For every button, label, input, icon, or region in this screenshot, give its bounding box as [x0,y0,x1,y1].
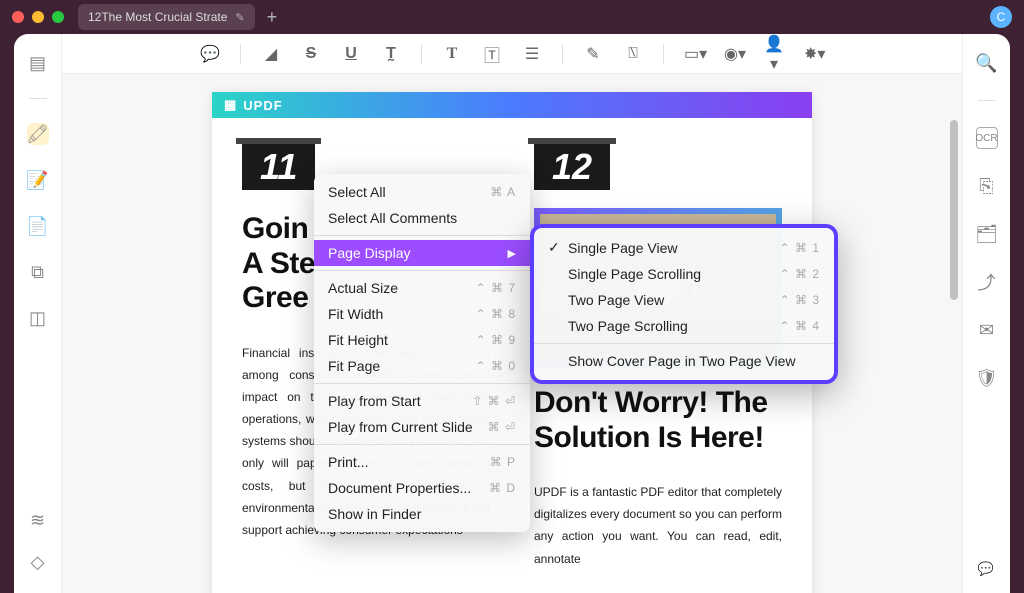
crop-icon[interactable]: ⧉ [27,261,49,283]
separator [562,44,563,64]
edit-tab-icon: ✎ [235,11,244,24]
menu-separator [314,235,530,236]
highlighter-icon[interactable]: 🖍 [27,123,49,145]
separator [29,98,47,99]
sticker-tool-icon[interactable]: ✸▾ [804,44,824,64]
submenu-cover-page[interactable]: Show Cover Page in Two Page View [534,348,834,374]
menu-select-all-comments[interactable]: Select All Comments [314,205,530,231]
menu-show-finder[interactable]: Show in Finder [314,501,530,527]
page-header: ▦ UPDF [212,92,812,118]
pen-tool-icon[interactable]: ✎ [583,44,603,64]
scrollbar[interactable] [950,120,958,583]
text-tool-icon[interactable]: T [442,45,462,63]
edit-icon[interactable]: 📝 [27,169,49,191]
check-icon: ✓ [548,239,564,256]
textbox-tool-icon[interactable]: 🅃 [482,42,502,66]
reader-icon[interactable]: ▤ [27,52,49,74]
menu-separator [314,270,530,271]
new-tab-button[interactable]: + [267,7,278,28]
share-icon[interactable]: ⤴ [976,271,998,293]
titlebar: 12The Most Crucial Strate ✎ + C [0,0,1024,34]
layers-icon[interactable]: ≋ [27,509,49,531]
chevron-right-icon: ▶ [508,247,516,260]
body-text: UPDF is a fantastic PDF editor that comp… [534,481,782,570]
menu-select-all[interactable]: Select All⌘ A [314,179,530,205]
submenu-two-page-view[interactable]: Two Page View⌃ ⌘ 3 [534,287,834,313]
menu-play-start[interactable]: Play from Start⇧ ⌘ ⏎ [314,388,530,414]
menu-separator [314,444,530,445]
page-icon[interactable]: 📄 [27,215,49,237]
annotation-toolbar: 💬 ◢ S U T̰ T 🅃 ☰ ✎ ⍂ ▭▾ ◉▾ 👤▾ ✸▾ [62,34,962,74]
menu-actual-size[interactable]: Actual Size⌃ ⌘ 7 [314,275,530,301]
left-sidebar: ▤ 🖍 📝 📄 ⧉ ◫ ≋ ◇ [14,34,62,593]
menu-fit-height[interactable]: Fit Height⌃ ⌘ 9 [314,327,530,353]
separator [663,44,664,64]
user-avatar[interactable]: C [990,6,1012,28]
separator [978,100,996,101]
export-icon[interactable]: ⎘ [976,175,998,197]
mail-icon[interactable]: ✉ [976,319,998,341]
page-display-submenu: ✓Single Page View⌃ ⌘ 1 Single Page Scrol… [530,224,838,384]
search-icon[interactable]: 🔍 [976,52,998,74]
separator [421,44,422,64]
context-menu: Select All⌘ A Select All Comments Page D… [314,174,530,532]
menu-doc-properties[interactable]: Document Properties...⌘ D [314,475,530,501]
protect-icon[interactable]: 🛡 [976,367,998,389]
menu-fit-page[interactable]: Fit Page⌃ ⌘ 0 [314,353,530,379]
close-window[interactable] [12,11,24,23]
callout-tool-icon[interactable]: ☰ [522,44,542,64]
signature-tool-icon[interactable]: 👤▾ [764,34,784,74]
submenu-two-page-scrolling[interactable]: Two Page Scrolling⌃ ⌘ 4 [534,313,834,339]
right-sidebar: 🔍 OCR ⎘ 🗂 ⤴ ✉ 🛡 [962,34,1010,593]
submenu-single-page-scrolling[interactable]: Single Page Scrolling⌃ ⌘ 2 [534,261,834,287]
window-controls [12,11,64,23]
menu-print[interactable]: Print...⌘ P [314,449,530,475]
highlight-tool-icon[interactable]: ◢ [261,44,281,64]
menu-separator [314,383,530,384]
brand-icon: ▦ [224,97,237,113]
scrollbar-thumb[interactable] [950,120,958,300]
zoom-window[interactable] [52,11,64,23]
shape-tool-icon[interactable]: ▭▾ [684,44,704,64]
menu-page-display[interactable]: Page Display▶ [314,240,530,266]
comment-tool-icon[interactable]: 💬 [200,44,220,64]
section-number: 12 [534,144,610,190]
submenu-single-page-view[interactable]: ✓Single Page View⌃ ⌘ 1 [534,234,834,261]
ocr-icon[interactable]: OCR [976,127,998,149]
tab-title: 12The Most Crucial Strate [88,10,227,24]
stamp-tool-icon[interactable]: ◉▾ [724,44,744,64]
document-tab[interactable]: 12The Most Crucial Strate ✎ [78,4,255,30]
menu-play-current[interactable]: Play from Current Slide⌘ ⏎ [314,414,530,440]
compare-icon[interactable]: ◫ [27,307,49,329]
section-number: 11 [242,144,315,190]
squiggly-tool-icon[interactable]: T̰ [381,45,401,63]
bookmark-icon[interactable]: ◇ [27,551,49,573]
minimize-window[interactable] [32,11,44,23]
comment-panel-icon[interactable]: 💬 [966,549,1006,589]
menu-fit-width[interactable]: Fit Width⌃ ⌘ 8 [314,301,530,327]
eraser-tool-icon[interactable]: ⍂ [623,45,643,63]
menu-separator [534,343,834,344]
separator [240,44,241,64]
heading: Don't Worry! The Solution Is Here! [534,386,782,455]
organize-icon[interactable]: 🗂 [976,223,998,245]
underline-tool-icon[interactable]: U [341,45,361,63]
strike-tool-icon[interactable]: S [301,45,321,63]
brand-label: UPDF [243,98,282,113]
